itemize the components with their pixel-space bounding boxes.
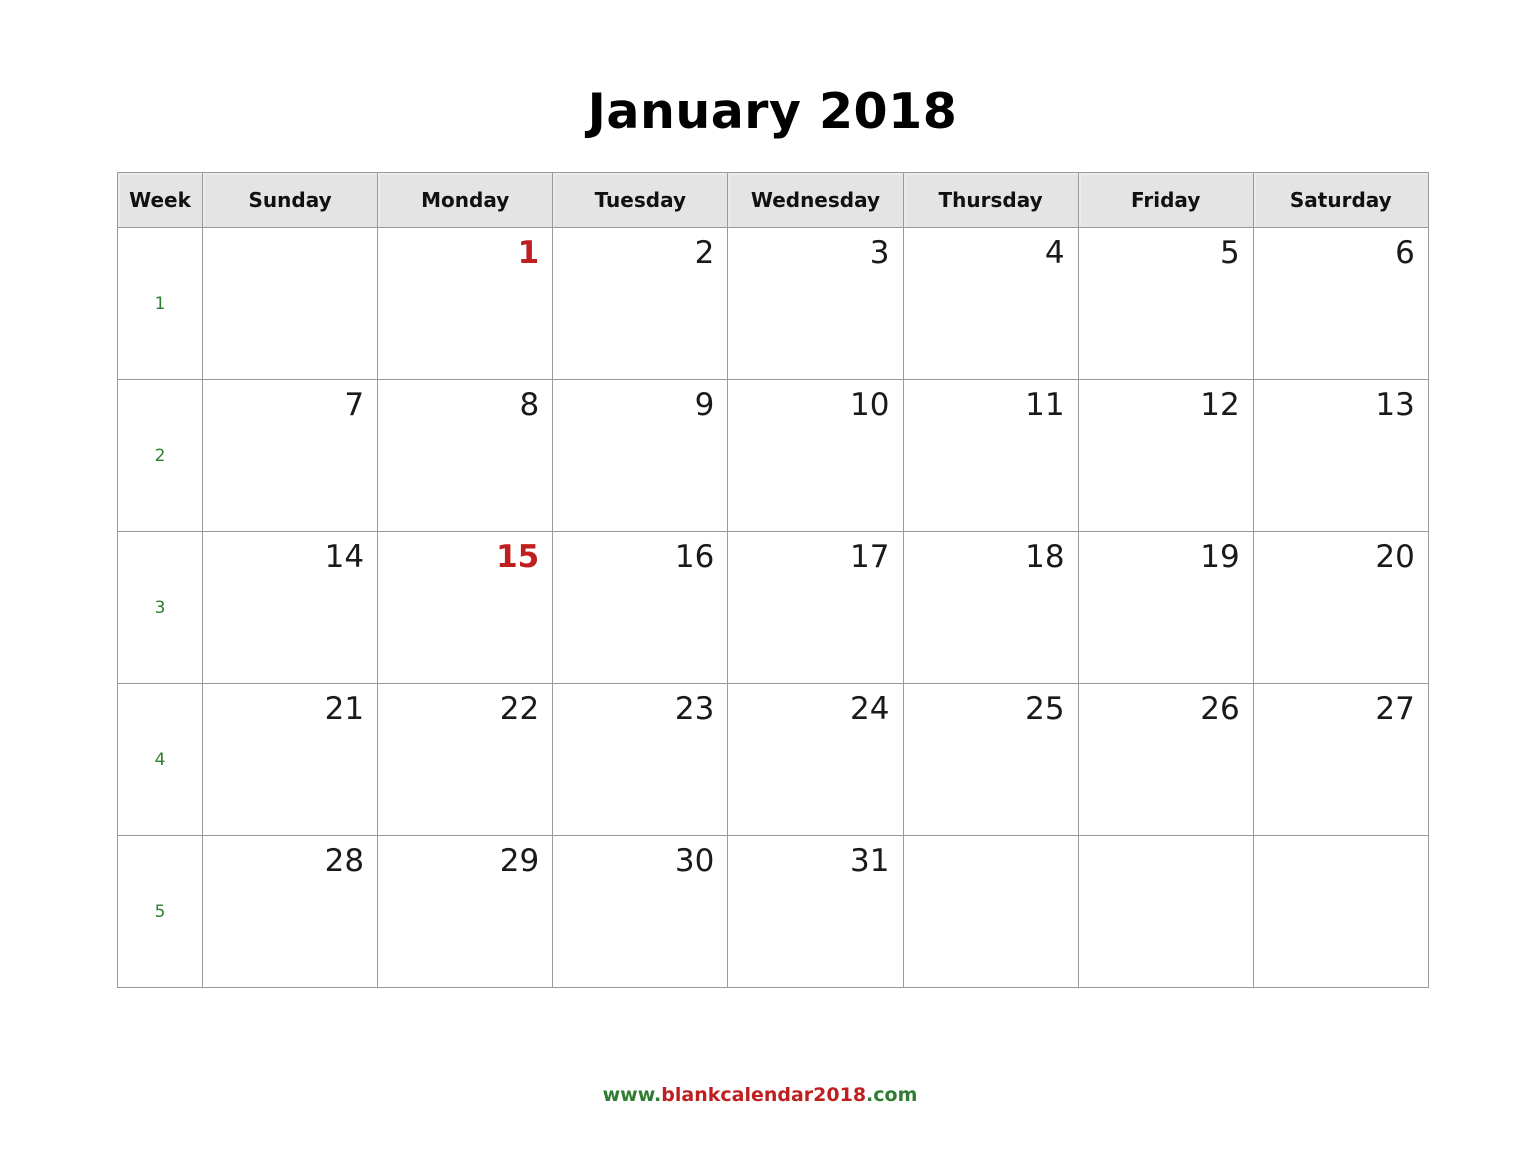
day-cell[interactable]: 5: [1077, 227, 1254, 380]
day-number: 11: [1025, 387, 1065, 423]
day-number: 2: [694, 235, 715, 271]
day-cell[interactable]: 29: [377, 835, 554, 988]
day-number: 17: [850, 539, 890, 575]
day-number: 10: [850, 387, 890, 423]
day-cell[interactable]: 17: [727, 531, 904, 684]
column-header-thursday: Thursday: [902, 172, 1079, 228]
calendar-week-row: 3 14 15 16 17 18 19 20: [117, 531, 1429, 684]
calendar-week-row: 2 7 8 9 10 11 12 13: [117, 379, 1429, 532]
calendar-week-row: 4 21 22 23 24 25 26 27: [117, 683, 1429, 836]
day-number: 13: [1375, 387, 1415, 423]
week-number-cell: 3: [117, 531, 203, 684]
day-number: 9: [694, 387, 715, 423]
day-number: 6: [1395, 235, 1415, 271]
day-number: 24: [850, 691, 890, 727]
column-header-sunday: Sunday: [201, 172, 379, 228]
footer-domain: blankcalendar2018: [661, 1084, 867, 1106]
day-number: 19: [1200, 539, 1240, 575]
calendar-week-row: 5 28 29 30 31: [117, 835, 1429, 988]
day-number: 7: [344, 387, 365, 423]
week-number-cell: 4: [117, 683, 203, 836]
day-cell[interactable]: 28: [201, 835, 379, 988]
calendar-table: Week Sunday Monday Tuesday Wednesday Thursda…: [117, 172, 1429, 988]
day-cell[interactable]: 9: [552, 379, 729, 532]
day-cell[interactable]: 26: [1077, 683, 1254, 836]
day-number: 5: [1220, 235, 1240, 271]
day-number: 29: [499, 843, 540, 879]
week-number: 5: [154, 902, 166, 922]
day-cell[interactable]: 23: [552, 683, 729, 836]
week-number: 2: [154, 446, 166, 466]
page-title: January 2018: [587, 83, 958, 140]
column-header-tuesday: Tuesday: [552, 172, 729, 228]
day-number: 27: [1375, 691, 1415, 727]
day-number: 31: [850, 843, 890, 879]
day-cell[interactable]: 31: [727, 835, 904, 988]
day-cell[interactable]: 19: [1077, 531, 1254, 684]
week-number: 4: [154, 750, 166, 770]
day-number-holiday: 1: [517, 235, 540, 271]
day-cell[interactable]: 20: [1252, 531, 1429, 684]
day-number: 12: [1200, 387, 1240, 423]
week-number-cell: 5: [117, 835, 203, 988]
day-cell[interactable]: 25: [902, 683, 1079, 836]
column-header-week: Week: [117, 172, 203, 228]
calendar-week-row: 1 1 2 3 4 5 6: [117, 227, 1429, 380]
column-header-friday: Friday: [1077, 172, 1254, 228]
day-cell[interactable]: 12: [1077, 379, 1254, 532]
day-cell-empty[interactable]: [1252, 835, 1429, 988]
day-number: 18: [1025, 539, 1065, 575]
day-cell[interactable]: 6: [1252, 227, 1429, 380]
week-number-cell: 2: [117, 379, 203, 532]
day-number: 28: [324, 843, 365, 879]
day-cell-empty[interactable]: [201, 227, 379, 380]
day-number: 3: [869, 235, 890, 271]
day-number: 21: [324, 691, 365, 727]
day-number: 20: [1375, 539, 1415, 575]
day-cell[interactable]: 8: [377, 379, 554, 532]
day-cell[interactable]: 22: [377, 683, 554, 836]
day-number: 16: [674, 539, 715, 575]
day-number: 4: [1044, 235, 1065, 271]
calendar-container: Week Sunday Monday Tuesday Wednesday Thursda…: [117, 172, 1429, 988]
day-cell[interactable]: 11: [902, 379, 1079, 532]
day-number: 8: [519, 387, 540, 423]
day-cell-empty[interactable]: [902, 835, 1079, 988]
column-header-monday: Monday: [377, 172, 554, 228]
day-cell[interactable]: 3: [727, 227, 904, 380]
day-number: 23: [674, 691, 715, 727]
day-cell[interactable]: 2: [552, 227, 729, 380]
day-cell[interactable]: 27: [1252, 683, 1429, 836]
calendar-body: 1 1 2 3 4 5 6 2 7 8 9 10 11 12 13 3 14 15 16 17 18 19 20 4 21 22 2…: [117, 227, 1429, 988]
day-cell[interactable]: 13: [1252, 379, 1429, 532]
day-cell[interactable]: 24: [727, 683, 904, 836]
day-number: 22: [499, 691, 540, 727]
day-cell[interactable]: 15: [377, 531, 554, 684]
day-number: 30: [674, 843, 715, 879]
week-number: 3: [154, 598, 166, 618]
day-cell[interactable]: 10: [727, 379, 904, 532]
day-cell[interactable]: 16: [552, 531, 729, 684]
day-number: 26: [1200, 691, 1240, 727]
week-number: 1: [154, 294, 166, 314]
day-number: 14: [324, 539, 365, 575]
day-cell[interactable]: 21: [201, 683, 379, 836]
day-cell[interactable]: 4: [902, 227, 1079, 380]
day-number-holiday: 15: [496, 539, 540, 575]
day-cell[interactable]: 30: [552, 835, 729, 988]
footer-prefix: www.: [602, 1084, 662, 1106]
day-number: 25: [1025, 691, 1065, 727]
column-header-wednesday: Wednesday: [727, 172, 904, 228]
day-cell[interactable]: 18: [902, 531, 1079, 684]
day-cell[interactable]: 14: [201, 531, 379, 684]
day-cell[interactable]: 7: [201, 379, 379, 532]
column-header-saturday: Saturday: [1252, 172, 1429, 228]
day-cell-empty[interactable]: [1077, 835, 1254, 988]
footer-website: www.blankcalendar2018.com: [0, 1082, 1520, 1108]
week-number-cell: 1: [117, 227, 203, 380]
footer-suffix: .com: [866, 1084, 918, 1106]
calendar-page: January 2018 Week Sunday Monday Tuesday Wed…: [0, 0, 1520, 1174]
day-cell[interactable]: 1: [377, 227, 554, 380]
calendar-header-row: Week Sunday Monday Tuesday Wednesday Thursda…: [117, 172, 1429, 228]
